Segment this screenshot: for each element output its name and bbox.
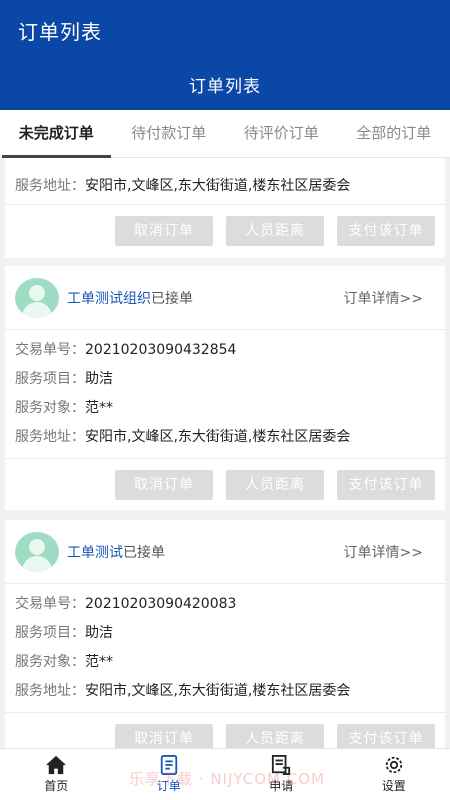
apply-icon — [272, 755, 291, 775]
info-row-trade-no: 交易单号：20210203090432854 — [15, 336, 445, 365]
info-row-service-target: 服务对象：范** — [15, 648, 445, 677]
info-row-trade-no: 交易单号：20210203090420083 — [15, 590, 445, 619]
cancel-order-button[interactable]: 取消订单 — [115, 724, 213, 748]
divider — [5, 712, 445, 713]
app-header: 订单列表 订单列表 — [0, 0, 450, 110]
order-tabs: 未完成订单 待付款订单 待评价订单 全部的订单 — [0, 110, 450, 158]
cancel-order-button[interactable]: 取消订单 — [115, 470, 213, 500]
order-card-partial: 服务地址：安阳市,文峰区,东大街街道,楼东社区居委会 取消订单 人员距离 支付该… — [5, 158, 445, 258]
address-label: 服务地址： — [15, 178, 85, 194]
info-row-address: 服务地址：安阳市,文峰区,东大街街道,楼东社区居委会 — [15, 172, 350, 201]
info-row-address: 服务地址：安阳市,文峰区,东大街街道,楼东社区居委会 — [15, 423, 445, 452]
pay-order-button[interactable]: 支付该订单 — [337, 470, 435, 500]
info-row-service-item: 服务项目：助洁 — [15, 619, 445, 648]
status-badge: 已接单 — [151, 291, 193, 307]
staff-distance-button[interactable]: 人员距离 — [226, 724, 324, 748]
divider — [5, 204, 445, 205]
nav-apply-label: 申请 — [269, 779, 294, 793]
pay-order-button[interactable]: 支付该订单 — [337, 216, 435, 246]
tab-all[interactable]: 全部的订单 — [338, 110, 450, 157]
service-target-value: 范** — [85, 654, 113, 670]
trade-no-value: 20210203090420083 — [85, 596, 237, 612]
order-card-header: 工单测试组织已接单 订单详情>> — [5, 266, 445, 330]
nav-apply[interactable]: 申请 — [225, 749, 338, 800]
staff-distance-button[interactable]: 人员距离 — [226, 470, 324, 500]
service-target-value: 范** — [85, 400, 113, 416]
address-value: 安阳市,文峰区,东大街街道,楼东社区居委会 — [85, 178, 351, 194]
order-card: 工单测试组织已接单 订单详情>> 交易单号：20210203090432854 … — [5, 266, 445, 510]
address-label: 服务地址： — [15, 429, 85, 445]
avatar — [15, 532, 59, 572]
order-info: 交易单号：20210203090432854 服务项目：助洁 服务对象：范** … — [5, 330, 445, 452]
service-item-label: 服务项目： — [15, 371, 85, 387]
info-row-address: 服务地址：安阳市,文峰区,东大街街道,楼东社区居委会 — [15, 677, 445, 706]
nav-home[interactable]: 首页 — [0, 749, 113, 800]
cancel-order-button[interactable]: 取消订单 — [115, 216, 213, 246]
order-icon — [160, 755, 177, 775]
divider — [5, 458, 445, 459]
tab-unpaid[interactable]: 待付款订单 — [113, 110, 226, 157]
tab-unfinished[interactable]: 未完成订单 — [0, 110, 113, 158]
order-list[interactable]: 服务地址：安阳市,文峰区,东大街街道,楼东社区居委会 取消订单 人员距离 支付该… — [0, 158, 450, 748]
nav-home-label: 首页 — [44, 779, 69, 793]
nav-orders-label: 订单 — [156, 779, 181, 793]
service-item-value: 助洁 — [85, 625, 113, 641]
staff-distance-button[interactable]: 人员距离 — [226, 216, 324, 246]
trade-no-value: 20210203090432854 — [85, 342, 237, 358]
order-card-header: 工单测试已接单 订单详情>> — [5, 520, 445, 584]
org-name: 工单测试组织 — [67, 291, 151, 307]
status-badge: 已接单 — [123, 545, 165, 561]
pay-order-button[interactable]: 支付该订单 — [337, 724, 435, 748]
address-label: 服务地址： — [15, 683, 85, 699]
service-item-value: 助洁 — [85, 371, 113, 387]
service-item-label: 服务项目： — [15, 625, 85, 641]
order-card: 工单测试已接单 订单详情>> 交易单号：20210203090420083 服务… — [5, 520, 445, 748]
service-target-label: 服务对象： — [15, 654, 85, 670]
order-actions: 取消订单 人员距离 支付该订单 — [115, 470, 435, 500]
home-icon — [46, 755, 67, 775]
nav-orders[interactable]: 订单 — [113, 749, 226, 800]
address-value: 安阳市,文峰区,东大街街道,楼东社区居委会 — [85, 429, 351, 445]
address-value: 安阳市,文峰区,东大街街道,楼东社区居委会 — [85, 683, 351, 699]
info-row-service-target: 服务对象：范** — [15, 394, 445, 423]
org-name: 工单测试 — [67, 545, 123, 561]
app-title: 订单列表 — [18, 20, 102, 44]
order-detail-link[interactable]: 订单详情>> — [344, 288, 423, 308]
order-info: 交易单号：20210203090420083 服务项目：助洁 服务对象：范** … — [5, 584, 445, 706]
order-actions: 取消订单 人员距离 支付该订单 — [115, 724, 435, 748]
settings-icon — [385, 756, 402, 774]
app-root: 订单列表 订单列表 未完成订单 待付款订单 待评价订单 全部的订单 服务地址：安… — [0, 0, 450, 800]
info-row-service-item: 服务项目：助洁 — [15, 365, 445, 394]
bottom-nav: 首页 订单 申请 设置 — [0, 748, 450, 800]
order-actions: 取消订单 人员距离 支付该订单 — [115, 216, 435, 246]
page-title: 订单列表 — [189, 77, 261, 97]
avatar — [15, 278, 59, 318]
order-detail-link[interactable]: 订单详情>> — [344, 542, 423, 562]
org-line: 工单测试已接单 — [67, 542, 165, 562]
org-line: 工单测试组织已接单 — [67, 288, 193, 308]
nav-settings[interactable]: 设置 — [338, 749, 450, 800]
service-target-label: 服务对象： — [15, 400, 85, 416]
nav-settings-label: 设置 — [381, 779, 406, 793]
trade-no-label: 交易单号： — [15, 342, 85, 358]
tab-to-review[interactable]: 待评价订单 — [225, 110, 338, 157]
trade-no-label: 交易单号： — [15, 596, 85, 612]
